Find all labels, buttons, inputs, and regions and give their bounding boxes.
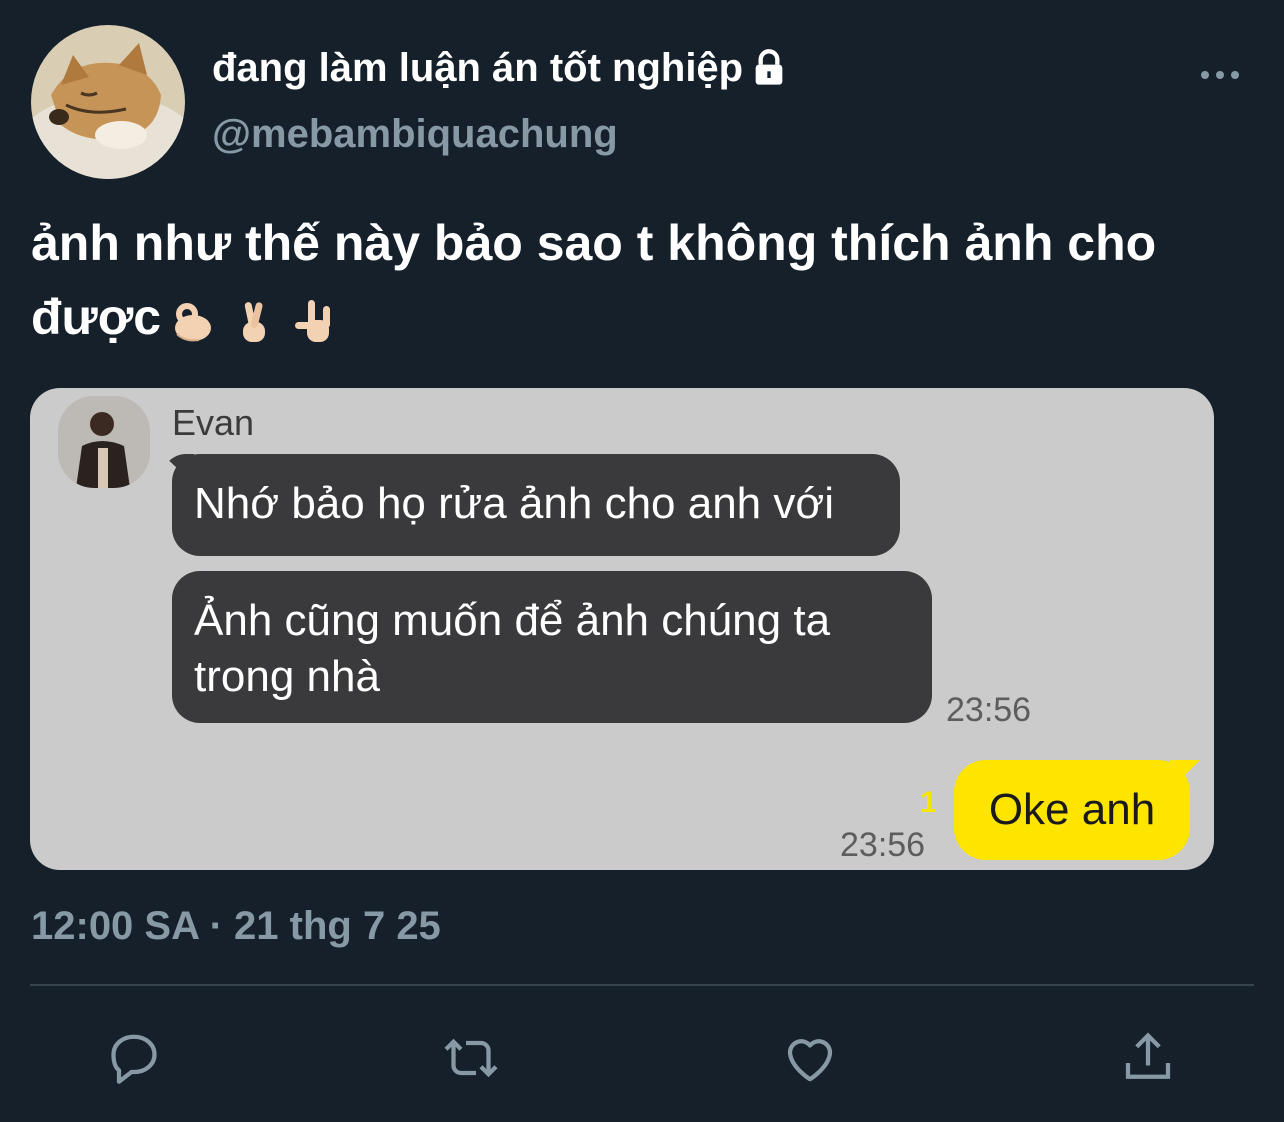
tweet-timestamp[interactable]: 12:00 SA · 21 thg 7 25 xyxy=(31,902,441,950)
display-name[interactable]: đang làm luận án tốt nghiệp xyxy=(212,44,743,92)
ok-hand-emoji-icon xyxy=(175,302,212,342)
chat-message-text: Ảnh cũng muốn để ảnh chúng ta trong nhà xyxy=(194,596,831,701)
lock-icon xyxy=(755,49,783,85)
chat-reply-bubble: Oke anh xyxy=(954,760,1190,860)
chat-screenshot-image[interactable]: Evan Nhớ bảo họ rửa ảnh cho anh với Ảnh … xyxy=(30,388,1214,870)
display-name-row[interactable]: đang làm luận án tốt nghiệp xyxy=(212,44,789,92)
more-options-icon[interactable] xyxy=(1198,64,1242,86)
retweet-icon xyxy=(444,1038,498,1078)
chat-message: Nhớ bảo họ rửa ảnh cho anh với xyxy=(172,454,900,556)
reply-button[interactable] xyxy=(104,1028,164,1088)
chat-sender-name: Evan xyxy=(172,402,255,443)
crossed-fingers-emoji-icon xyxy=(243,301,266,342)
like-icon xyxy=(787,1039,833,1082)
retweet-button[interactable] xyxy=(441,1028,501,1088)
tweet-text: ảnh như thế này bảo sao t không thích ản… xyxy=(31,206,1261,354)
person-avatar-icon xyxy=(58,396,150,488)
share-button[interactable] xyxy=(1118,1028,1178,1088)
divider xyxy=(30,984,1254,986)
unread-count: 1 xyxy=(920,786,937,819)
user-avatar[interactable] xyxy=(31,25,185,179)
chat-avatar xyxy=(58,396,150,488)
reply-icon xyxy=(111,1034,157,1084)
chat-message-time: 23:56 xyxy=(946,691,1032,729)
dog-avatar-icon xyxy=(31,25,185,179)
chat-message: Ảnh cũng muốn để ảnh chúng ta trong nhà xyxy=(172,571,932,723)
chat-reply-text: Oke anh xyxy=(988,785,1156,834)
chat-reply-time: 23:56 xyxy=(840,826,926,864)
chat-message-text: Nhớ bảo họ rửa ảnh cho anh với xyxy=(194,479,834,528)
like-button[interactable] xyxy=(780,1028,840,1088)
love-you-gesture-emoji-icon xyxy=(295,299,331,342)
emoji-group xyxy=(165,296,343,346)
share-icon xyxy=(1125,1032,1171,1079)
user-handle[interactable]: @mebambiquachung xyxy=(212,110,618,158)
